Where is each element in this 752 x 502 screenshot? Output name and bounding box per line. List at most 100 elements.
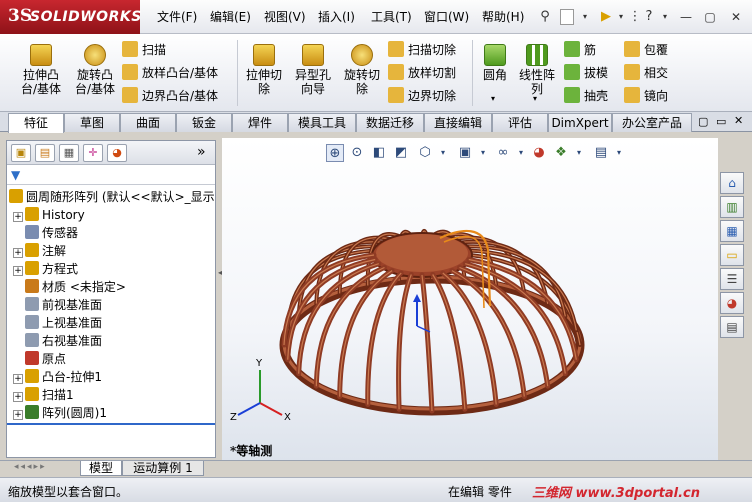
linear-pattern-button[interactable]: 线性阵列 (516, 44, 558, 96)
expand-toggle-icon[interactable]: + (13, 374, 23, 384)
restore-icon[interactable]: ▢ (700, 8, 720, 26)
doc-close-icon[interactable]: ✕ (734, 114, 743, 127)
wrap-button[interactable]: 包覆 (624, 40, 668, 60)
expand-toggle-icon[interactable]: + (13, 410, 23, 420)
sweep-button[interactable]: 扫描 (122, 40, 166, 60)
tree-item[interactable]: 原点 (13, 350, 66, 368)
feature-manager-tab-icon[interactable]: ▣ (11, 144, 31, 162)
rollback-bar[interactable] (7, 423, 215, 425)
fillet-button[interactable]: 圆角 (478, 44, 512, 82)
tree-item[interactable]: + 凸台-拉伸1 (13, 368, 102, 386)
menu-insert[interactable]: 插入(I) (318, 8, 355, 25)
tree-item[interactable]: + 方程式 (13, 260, 78, 278)
tab-office-products[interactable]: 办公室产品 (612, 113, 692, 132)
loft-cut-label: 放样切割 (408, 66, 457, 80)
tab-data-migration[interactable]: 数据迁移 (356, 113, 424, 132)
tree-item[interactable]: 传感器 (13, 224, 78, 242)
doc-maximize-icon[interactable]: ▭ (716, 115, 726, 128)
tab-scroll-icons[interactable]: ◂◂◂▸▸ (14, 462, 47, 472)
rib-button[interactable]: 筋 (564, 40, 596, 60)
tab-surfaces[interactable]: 曲面 (120, 113, 176, 132)
tree-root[interactable]: 圆周随形阵列 (默认<<默认>_显示 (9, 188, 215, 206)
menu-help[interactable]: 帮助(H) (482, 8, 524, 25)
help-dropdown-icon[interactable]: ▾ (656, 8, 674, 26)
dimxpert-manager-tab-icon[interactable]: ✛ (83, 144, 103, 162)
close-icon[interactable]: ✕ (726, 8, 746, 26)
menu-edit[interactable]: 编辑(E) (210, 8, 251, 25)
appearances-scenes-icon[interactable]: ◕ (720, 292, 744, 314)
tree-item[interactable]: 右视基准面 (13, 332, 102, 350)
tree-item[interactable]: + 扫描1 (13, 386, 74, 404)
annotation-icon (25, 243, 39, 257)
tree-filter-bar[interactable]: ▼ (7, 167, 215, 185)
panel-expand-icon[interactable]: » (197, 144, 206, 160)
folder-icon[interactable]: ▭ (720, 244, 744, 266)
menu-window[interactable]: 窗口(W) (424, 8, 469, 25)
expand-toggle-icon[interactable]: + (13, 248, 23, 258)
extrude-cut-button[interactable]: 拉伸切除 (242, 44, 286, 96)
draft-button[interactable]: 拔模 (564, 63, 608, 83)
dome-rib[interactable] (440, 270, 499, 407)
loft-boss-button[interactable]: 放样凸台/基体 (122, 63, 218, 83)
custom-properties-icon[interactable]: ▤ (720, 316, 744, 338)
hole-wizard-button[interactable]: 异型孔向导 (290, 44, 336, 96)
tree-item[interactable]: 上视基准面 (13, 314, 102, 332)
tree-item[interactable]: + 注解 (13, 242, 66, 260)
fillet-dropdown-icon[interactable]: ▾ (491, 94, 495, 103)
new-dropdown-icon[interactable]: ▾ (576, 8, 594, 26)
tab-direct-editing[interactable]: 直接编辑 (424, 113, 492, 132)
expand-toggle-icon[interactable]: + (13, 266, 23, 276)
loft-cut-button[interactable]: 放样切割 (388, 63, 456, 83)
graphics-area[interactable]: ⊕ ⊙ ◧ ◩ ⬡ ▾ ▣ ▾ ∞ ▾ ◕ ❖ ▾ ▤ ▾ Y X Z *等轴测 (222, 138, 718, 460)
tab-sheet-metal[interactable]: 钣金 (176, 113, 232, 132)
solidworks-resources-icon[interactable]: ⌂ (720, 172, 744, 194)
sweep-cut-label: 扫描切除 (408, 43, 457, 57)
filter-icon[interactable]: ▼ (11, 168, 20, 182)
expand-toggle-icon[interactable]: + (13, 392, 23, 402)
triad-x-label: X (284, 412, 291, 423)
model-view[interactable]: Y X Z (222, 138, 718, 460)
sweep-cut-button[interactable]: 扫描切除 (388, 40, 456, 60)
tab-dimxpert[interactable]: DimXpert (548, 113, 612, 132)
tree-item[interactable]: 前视基准面 (13, 296, 102, 314)
tree-item[interactable]: + History (13, 206, 85, 224)
triad-x-axis (259, 402, 283, 416)
revolve-boss-button[interactable]: 旋转凸台/基体 (70, 44, 120, 96)
expand-toggle-icon[interactable]: + (13, 212, 23, 222)
menu-tools[interactable]: 工具(T) (371, 8, 412, 25)
pin-icon[interactable]: ⚲ (536, 8, 554, 26)
mirror-button[interactable]: 镜向 (624, 86, 668, 106)
doc-restore-icon[interactable]: ▢ (698, 115, 708, 128)
property-manager-tab-icon[interactable]: ▤ (35, 144, 55, 162)
solidworks-logo[interactable]: 3S SOLIDWORKS (0, 0, 141, 34)
view-palette-icon[interactable]: ☰ (720, 268, 744, 290)
pattern-dropdown-icon[interactable]: ▾ (533, 94, 537, 103)
extrude-boss-button[interactable]: 拉伸凸台/基体 (16, 44, 66, 96)
boundary-boss-button[interactable]: 边界凸台/基体 (122, 86, 218, 106)
bottom-tab-bar: ◂◂◂▸▸ 模型 运动算例 1 (0, 460, 752, 476)
tree-item[interactable]: + 阵列(圆周)1 (13, 404, 107, 422)
shell-button[interactable]: 抽壳 (564, 86, 608, 106)
expand-toggle-icon (13, 317, 23, 327)
minimize-icon[interactable]: — (676, 8, 696, 26)
tab-mold-tools[interactable]: 模具工具 (288, 113, 356, 132)
sensor-icon (25, 225, 39, 239)
tab-weldments[interactable]: 焊件 (232, 113, 288, 132)
tab-features[interactable]: 特征 (8, 113, 64, 133)
tab-sketch[interactable]: 草图 (64, 113, 120, 132)
menu-view[interactable]: 视图(V) (264, 8, 306, 25)
tree-item[interactable]: 材质 <未指定> (13, 278, 126, 296)
tab-model[interactable]: 模型 (80, 461, 122, 476)
tab-motion-study[interactable]: 运动算例 1 (122, 461, 204, 476)
design-library-icon[interactable]: ▥ (720, 196, 744, 218)
configuration-manager-tab-icon[interactable]: ▦ (59, 144, 79, 162)
display-manager-tab-icon[interactable]: ◕ (107, 144, 127, 162)
boundary-cut-button[interactable]: 边界切除 (388, 86, 456, 106)
tab-evaluate[interactable]: 评估 (492, 113, 548, 132)
intersect-button[interactable]: 相交 (624, 63, 668, 83)
menu-file[interactable]: 文件(F) (157, 8, 197, 25)
file-explorer-icon[interactable]: ▦ (720, 220, 744, 242)
boundary-boss-label: 边界凸台/基体 (142, 89, 219, 103)
new-document-icon[interactable] (560, 9, 574, 25)
revolve-cut-button[interactable]: 旋转切除 (340, 44, 384, 96)
